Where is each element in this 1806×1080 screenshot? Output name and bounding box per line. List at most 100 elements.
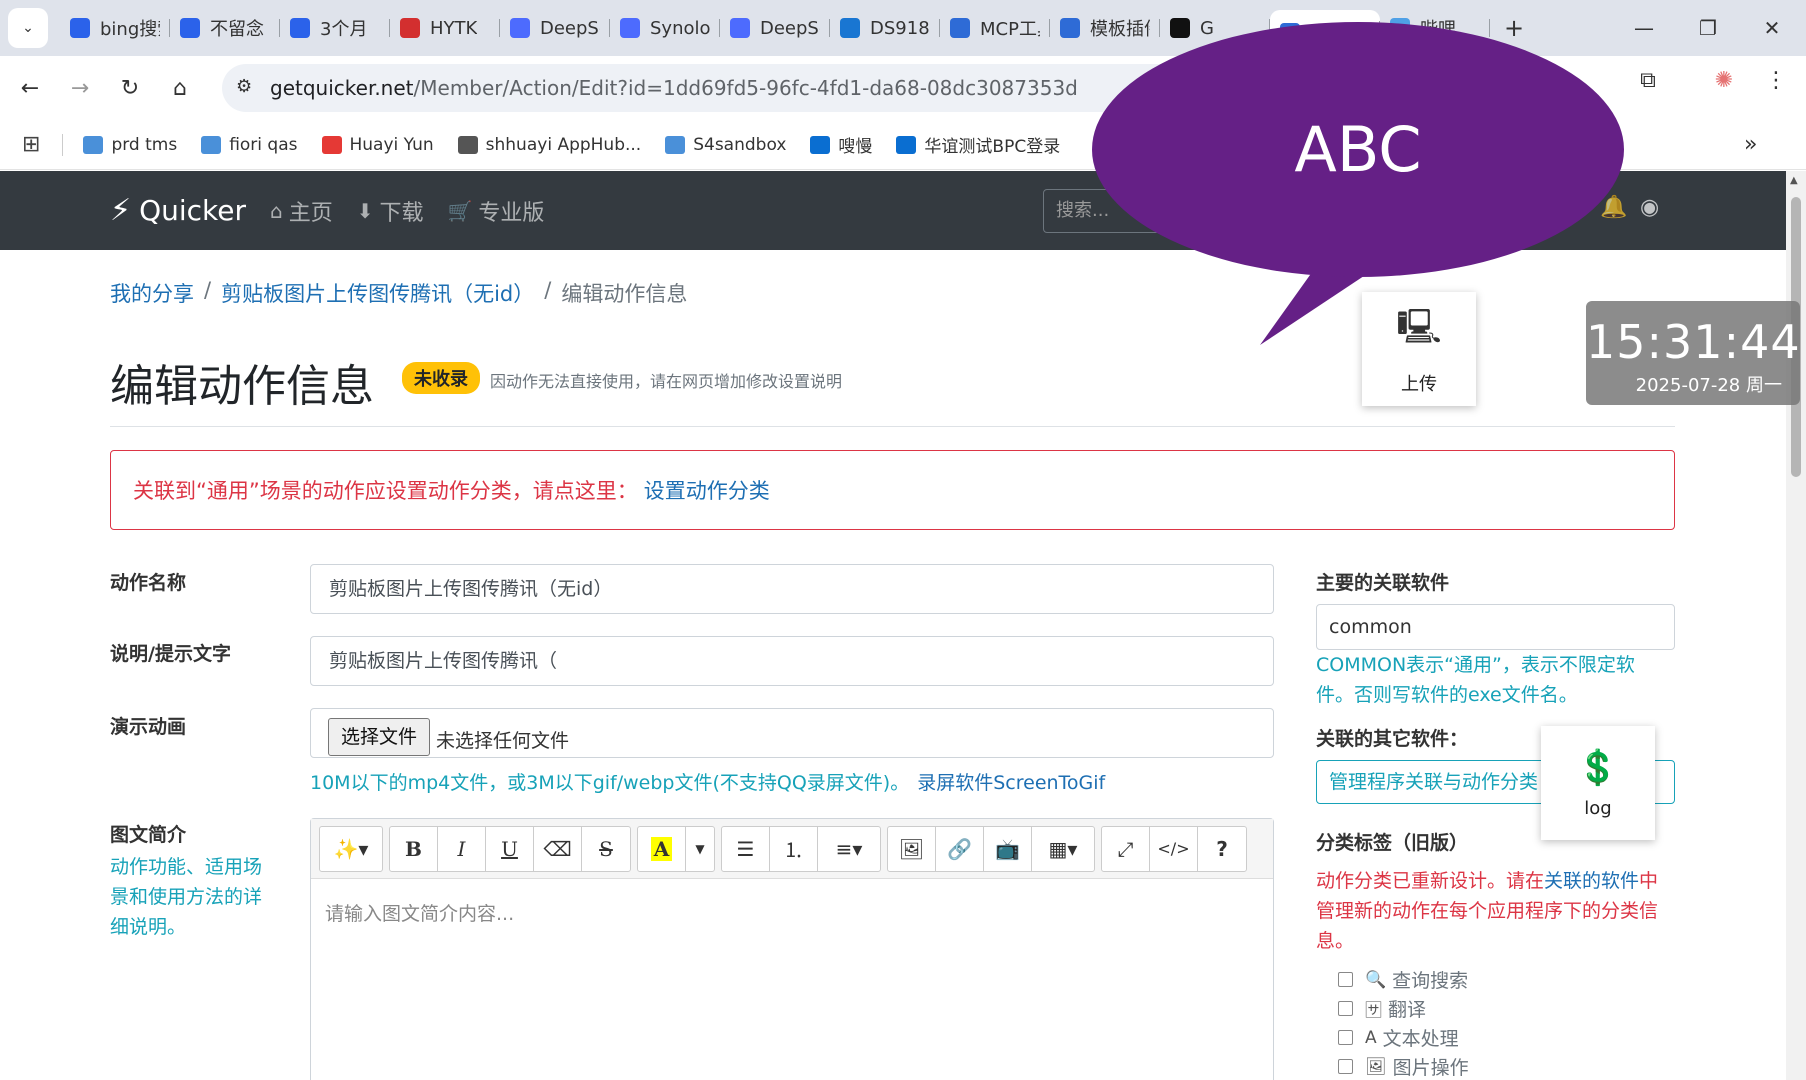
color-dropdown[interactable]: ▼ <box>686 827 714 871</box>
more-bookmarks-icon[interactable]: » <box>1744 132 1757 157</box>
nav-home[interactable]: ⌂ 主页 <box>270 195 333 227</box>
upload-widget[interactable]: 🖳 上传 <box>1362 292 1476 406</box>
browser-tab[interactable]: MCP工具 <box>940 8 1050 48</box>
log-label: log <box>1584 797 1612 819</box>
insert-link-button[interactable]: 🔗 <box>936 826 984 871</box>
choose-file-button[interactable]: 选择文件 <box>328 718 430 756</box>
text-color-button[interactable]: A <box>638 826 686 871</box>
sap-icon <box>83 135 104 154</box>
apps-grid-icon[interactable]: ⊞ <box>22 132 40 157</box>
strikethrough-button[interactable]: S <box>582 827 630 871</box>
category-alert: 关联到“通用”场景的动作应设置动作分类，请点这里： 设置动作分类 <box>110 450 1675 530</box>
underline-icon: U <box>501 836 518 861</box>
ordered-list-button[interactable]: ⒈ <box>770 826 818 871</box>
file-none-text: 未选择任何文件 <box>436 730 570 752</box>
bookmark-item[interactable]: fiori qas <box>201 135 298 155</box>
bookmark-item[interactable]: shhuayi AppHub... <box>457 135 641 155</box>
tab-search-button[interactable]: ⌄ <box>8 8 48 48</box>
associated-apps-link[interactable]: 关联的软件 <box>1544 870 1639 892</box>
bookmark-item[interactable]: 嗖慢 <box>810 132 872 157</box>
insert-image-button[interactable]: 🖼 <box>888 826 936 871</box>
cart-icon: 🛒 <box>447 198 473 223</box>
browser-tab-label: MCP工具 <box>980 19 1040 40</box>
download-icon: ⬇ <box>356 198 374 223</box>
nav-pro-label: 专业版 <box>478 200 545 226</box>
baidu-icon <box>290 18 310 38</box>
minimize-button[interactable]: — <box>1612 0 1676 56</box>
underline-button[interactable]: U <box>486 826 534 871</box>
restore-button[interactable]: ❐ <box>1676 0 1740 56</box>
nav-pro[interactable]: 🛒 专业版 <box>448 195 545 227</box>
back-button[interactable]: ← <box>10 68 50 108</box>
help-button[interactable]: ? <box>1198 827 1246 871</box>
screentogif-link[interactable]: 录屏软件ScreenToGif <box>917 772 1105 794</box>
description-label: 说明/提示文字 <box>110 643 231 665</box>
insert-table-button[interactable]: ▦▾ <box>1032 827 1094 871</box>
breadcrumb-action[interactable]: 剪贴板图片上传图传腾讯（无id） <box>221 278 534 308</box>
quicker-icon <box>1060 18 1080 38</box>
category-checkbox-item[interactable]: 🈂 翻译 <box>1338 995 1426 1022</box>
scroll-up-icon[interactable]: ▲ <box>1790 175 1798 186</box>
action-name-input[interactable]: 剪贴板图片上传图传腾讯（无id） <box>310 564 1274 614</box>
bullet-list-button[interactable]: ☰ <box>722 826 770 871</box>
nav-download[interactable]: ⬇ 下载 <box>357 195 424 227</box>
set-category-link[interactable]: 设置动作分类 <box>644 475 770 505</box>
reload-button[interactable]: ↻ <box>110 68 150 108</box>
main-app-input[interactable]: common <box>1316 604 1675 650</box>
new-tab-button[interactable]: + <box>1504 14 1524 42</box>
category-checkbox-item[interactable]: 🔍 查询搜索 <box>1338 966 1468 993</box>
clock-widget: 15:31:44 2025-07-28 周一 <box>1586 301 1800 405</box>
tags-label: 分类标签（旧版） <box>1316 832 1469 854</box>
browser-tab[interactable]: Synology <box>610 8 720 48</box>
description-input[interactable]: 剪贴板图片上传图传腾讯（ <box>310 636 1274 686</box>
close-window-button[interactable]: ✕ <box>1740 0 1804 56</box>
bookmark-item[interactable]: S4sandbox <box>665 135 786 155</box>
site-brand[interactable]: ⚡ Quicker <box>110 193 246 228</box>
category-checkbox-item[interactable]: A 文本处理 <box>1338 1024 1459 1051</box>
eraser-button[interactable]: ⌫ <box>534 826 582 871</box>
profile-avatar[interactable]: ✺ <box>1704 60 1744 100</box>
insert-video-button[interactable]: 📺 <box>984 826 1032 871</box>
huayi-icon <box>321 135 342 154</box>
breadcrumb-my-shares[interactable]: 我的分享 <box>110 278 194 308</box>
checkbox[interactable] <box>1338 1059 1353 1074</box>
intro-label: 图文简介 <box>110 824 187 846</box>
browser-tab[interactable]: DeepSeek <box>500 8 610 48</box>
bell-icon[interactable]: 🔔 <box>1600 195 1627 220</box>
minimize-icon: — <box>1634 16 1654 40</box>
browser-tab[interactable]: 模板插件 <box>1050 8 1160 48</box>
style-button[interactable]: ✨▾ <box>320 827 382 871</box>
bookmark-item[interactable]: prd tms <box>83 135 177 155</box>
editor-placeholder[interactable]: 请输入图文简介内容... <box>311 879 1273 946</box>
bookmark-label: Huayi Yun <box>349 134 434 155</box>
category-checkbox-item[interactable]: 🖼 图片操作 <box>1338 1053 1469 1080</box>
checkbox[interactable] <box>1338 1030 1353 1045</box>
extensions-button[interactable]: ⧉ <box>1628 60 1668 100</box>
forward-button[interactable]: → <box>60 68 100 108</box>
user-icon[interactable]: ◉ <box>1640 195 1659 220</box>
browser-tab[interactable]: HYTK <box>390 8 500 48</box>
browser-tab[interactable]: DeepSeek <box>720 8 830 48</box>
bookmark-item[interactable]: Huayi Yun <box>321 134 434 155</box>
link-icon: 🔗 <box>947 836 972 861</box>
checkbox[interactable] <box>1338 972 1353 987</box>
browser-tab-label: 不留念 <box>210 19 264 40</box>
browser-menu-button[interactable]: ⋮ <box>1756 60 1796 100</box>
browser-tab[interactable]: 3个月 <box>280 8 390 48</box>
home-icon: ⌂ <box>270 198 283 223</box>
log-widget[interactable]: 💲 log <box>1541 726 1655 840</box>
browser-tab[interactable]: bing搜索 <box>60 8 170 48</box>
fullscreen-button[interactable]: ⤢ <box>1102 826 1150 871</box>
bookmark-item[interactable]: 华谊测试BPC登录 <box>896 132 1060 157</box>
align-dropdown[interactable]: ≡▾ <box>818 827 880 871</box>
code-view-button[interactable]: </> <box>1150 826 1198 871</box>
italic-button[interactable]: I <box>438 826 486 871</box>
site-settings-icon[interactable]: ⚙ <box>236 76 260 100</box>
browser-tab[interactable]: 不留念 <box>170 8 280 48</box>
bold-button[interactable]: B <box>390 826 438 871</box>
status-badge: 未收录 <box>402 362 480 394</box>
browser-tab-label: 模板插件 <box>1090 19 1150 40</box>
checkbox[interactable] <box>1338 1001 1353 1016</box>
browser-tab[interactable]: DS918 <box>830 8 940 48</box>
home-button[interactable]: ⌂ <box>160 68 200 108</box>
